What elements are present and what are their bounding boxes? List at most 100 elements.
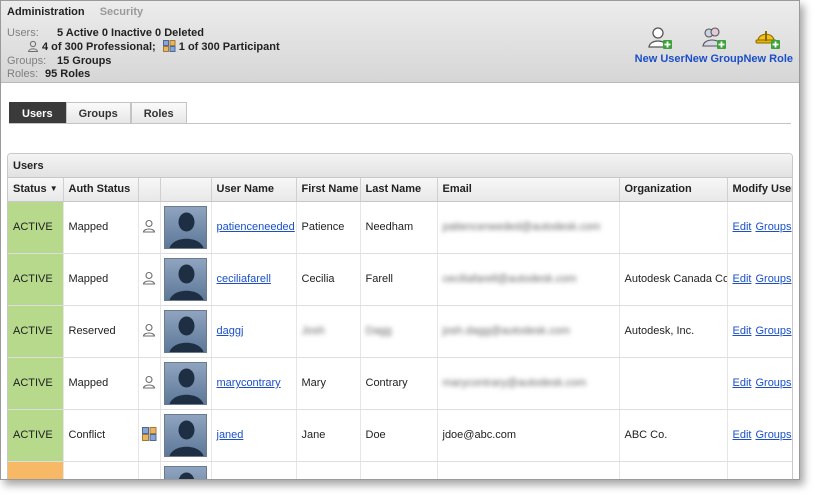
edit-user-link[interactable]: Edit bbox=[733, 221, 752, 233]
roles-stat-label: Roles: bbox=[7, 68, 39, 80]
tab-groups[interactable]: Groups bbox=[65, 102, 131, 124]
avatar[interactable] bbox=[163, 361, 207, 405]
last-name: Needham bbox=[365, 221, 414, 233]
user-groups-link[interactable]: Groups bbox=[755, 325, 791, 337]
user-groups-link[interactable]: Groups bbox=[755, 273, 791, 285]
user-name-link[interactable]: janed bbox=[217, 429, 244, 441]
edit-user-link[interactable]: Edit bbox=[733, 273, 752, 285]
user-name-link[interactable]: daggj bbox=[217, 325, 244, 337]
status-cell: ACTIVE bbox=[8, 409, 64, 462]
user-name-cell: marycontrary bbox=[211, 357, 297, 410]
email: patienceneeded@autodesk.com bbox=[442, 221, 601, 233]
column-header-auth-status[interactable]: Auth Status bbox=[63, 178, 139, 202]
table-row[interactable]: ACTIVE Conflict janed Jane Doe jdoe@abc.com AB… bbox=[8, 409, 792, 462]
avatar-cell bbox=[160, 357, 212, 410]
modify-user-cell: Edit Groups bbox=[727, 201, 792, 254]
user-type-cell bbox=[138, 253, 161, 306]
user-groups-link[interactable]: Groups bbox=[755, 377, 791, 389]
users-stat-label: Users: bbox=[7, 27, 39, 39]
user-name-link[interactable]: patienceneeded bbox=[217, 221, 295, 233]
table-row[interactable]: ACTIVE Reserved daggj Josh Dagg josh.dagg@aut… bbox=[8, 305, 792, 358]
email-cell: josh.dagg@autodesk.com bbox=[437, 305, 620, 358]
user-groups-link[interactable]: Groups bbox=[755, 221, 791, 233]
column-header-status[interactable]: Status ▼ bbox=[8, 178, 64, 202]
organization-cell: Autodesk Canada Co. bbox=[619, 253, 728, 306]
avatar[interactable] bbox=[163, 309, 207, 353]
user-type-cell bbox=[138, 201, 161, 254]
user-type-cell bbox=[138, 409, 161, 462]
first-name-cell: Jane bbox=[296, 409, 361, 462]
column-header-last-name[interactable]: Last Name bbox=[360, 178, 438, 202]
auth-status-cell: Mapped bbox=[63, 253, 139, 306]
new-role-button[interactable]: New Role bbox=[743, 25, 793, 65]
table-row[interactable]: ACTIVE Mapped marycontrary Mary Contrary mary… bbox=[8, 357, 792, 410]
table-row[interactable]: ACTIVE Mapped ceciliafarell Cecilia Farell ce… bbox=[8, 253, 792, 306]
users-stat-value: 5 Active 0 Inactive 0 Deleted bbox=[57, 27, 204, 39]
roles-stat-value: 95 Roles bbox=[45, 68, 91, 80]
new-user-label: New User bbox=[634, 53, 685, 65]
user-groups-link[interactable]: Groups bbox=[755, 429, 791, 441]
avatar-cell bbox=[160, 409, 212, 462]
professional-user-icon bbox=[142, 219, 156, 236]
tab-divider bbox=[9, 123, 791, 124]
new-role-label: New Role bbox=[743, 53, 793, 65]
last-name-cell: Farell bbox=[360, 253, 438, 306]
edit-user-link[interactable]: Edit bbox=[733, 325, 752, 337]
table-header-row: Status ▼ Auth Status User Name First Nam… bbox=[8, 178, 792, 202]
auth-status-cell bbox=[63, 461, 139, 479]
sort-desc-icon: ▼ bbox=[49, 184, 58, 194]
column-header-type bbox=[138, 178, 161, 202]
last-name: Dagg bbox=[365, 325, 392, 337]
first-name-cell: Mary bbox=[296, 357, 361, 410]
column-header-avatar bbox=[160, 178, 212, 202]
edit-user-link[interactable]: Edit bbox=[733, 377, 752, 389]
user-name-link[interactable]: ceciliafarell bbox=[217, 273, 271, 285]
last-name: Contrary bbox=[365, 377, 408, 389]
user-name-link[interactable]: marycontrary bbox=[217, 377, 281, 389]
email-cell: marycontrary@autodesk.com bbox=[437, 357, 620, 410]
tab-roles[interactable]: Roles bbox=[130, 102, 187, 124]
first-name: Cecilia bbox=[301, 273, 335, 285]
users-panel-title: Users bbox=[8, 154, 792, 178]
new-user-button[interactable]: New User bbox=[635, 25, 685, 65]
organization-cell bbox=[619, 357, 728, 410]
column-header-user-name[interactable]: User Name bbox=[211, 178, 297, 202]
avatar[interactable] bbox=[163, 257, 207, 301]
first-name: Josh bbox=[301, 325, 325, 337]
column-header-modify-user: Modify User bbox=[727, 178, 792, 202]
last-name: Doe bbox=[365, 429, 386, 441]
organization-cell bbox=[619, 201, 728, 254]
avatar[interactable] bbox=[163, 205, 207, 249]
column-header-email[interactable]: Email bbox=[437, 178, 620, 202]
column-header-first-name[interactable]: First Name bbox=[296, 178, 361, 202]
email-cell: jdoe@abc.com bbox=[437, 409, 620, 462]
user-name-cell bbox=[211, 461, 297, 479]
participant-count: 1 of 300 Participant bbox=[178, 41, 280, 53]
tab-users[interactable]: Users bbox=[9, 102, 66, 124]
last-name-cell: Contrary bbox=[360, 357, 438, 410]
auth-status-cell: Conflict bbox=[63, 409, 139, 462]
professional-count: 4 of 300 Professional; bbox=[42, 41, 156, 53]
first-name-cell: Josh bbox=[296, 305, 361, 358]
new-group-button[interactable]: New Group bbox=[685, 25, 743, 65]
column-header-organization[interactable]: Organization bbox=[619, 178, 728, 202]
table-row[interactable] bbox=[8, 461, 792, 479]
email-cell: ceciliafarell@autodesk.com bbox=[437, 253, 620, 306]
status-cell bbox=[8, 461, 64, 479]
avatar[interactable] bbox=[163, 413, 207, 457]
organization-cell bbox=[619, 461, 728, 479]
users-panel: Users Status ▼ Auth Status User Name Fir… bbox=[7, 153, 793, 479]
users-table: Status ▼ Auth Status User Name First Nam… bbox=[8, 178, 792, 479]
email-cell: patienceneeded@autodesk.com bbox=[437, 201, 620, 254]
participant-user-icon bbox=[141, 426, 157, 444]
user-name-cell: patienceneeded bbox=[211, 201, 297, 254]
breadcrumb-security[interactable]: Security bbox=[100, 6, 143, 18]
modify-user-cell: Edit Groups bbox=[727, 357, 792, 410]
groups-stat-label: Groups: bbox=[7, 55, 47, 67]
header-actions: New User New Group New Role bbox=[635, 25, 793, 65]
edit-user-link[interactable]: Edit bbox=[733, 429, 752, 441]
avatar[interactable] bbox=[163, 465, 207, 479]
table-row[interactable]: ACTIVE Mapped patienceneeded Patience Needha… bbox=[8, 201, 792, 254]
breadcrumb: Administration Security bbox=[7, 6, 143, 18]
breadcrumb-administration[interactable]: Administration bbox=[7, 6, 85, 18]
